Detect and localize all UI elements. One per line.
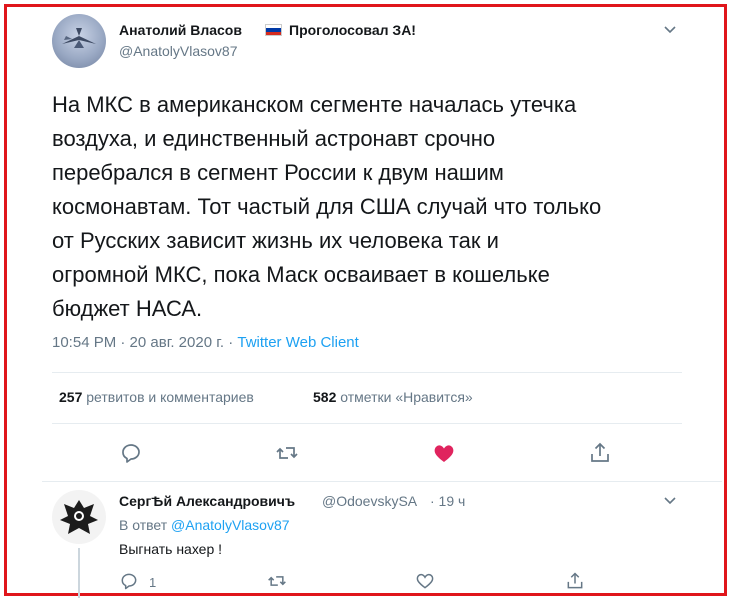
divider	[52, 423, 682, 424]
chevron-down-icon[interactable]	[663, 22, 677, 36]
author-avatar[interactable]	[52, 14, 106, 68]
tweet-time[interactable]: 10:54 PM · 20 авг. 2020 г.	[52, 334, 224, 351]
in-reply-to: В ответ @AnatolyVlasov87	[119, 517, 290, 533]
author-handle[interactable]: @AnatolyVlasov87	[119, 43, 238, 59]
reply-text: Выгнать нахер !	[119, 541, 223, 557]
reply-author-avatar[interactable]	[52, 490, 106, 544]
tweet-text: На МКС в американском сегменте началась …	[52, 92, 602, 321]
reply-author-name[interactable]: СергѢй Александровичъ	[119, 493, 295, 509]
reply-count: 1	[149, 575, 157, 590]
divider	[52, 372, 682, 373]
thread-line	[78, 548, 80, 598]
likes-count: 582	[313, 389, 337, 405]
russia-flag-icon	[265, 24, 282, 36]
author-name[interactable]: Анатолий Власов	[119, 22, 242, 38]
divider	[42, 481, 722, 482]
reply-icon[interactable]	[119, 441, 143, 465]
reply-author-handle[interactable]: @OdoevskySA	[322, 493, 417, 509]
reply-time[interactable]: · 19 ч	[430, 493, 465, 509]
reply-icon[interactable]	[119, 571, 139, 591]
author-status-text: Проголосовал ЗА!	[289, 22, 416, 38]
share-icon[interactable]	[588, 441, 612, 465]
likes-label: отметки «Нравится»	[340, 389, 473, 405]
like-icon[interactable]	[415, 571, 435, 591]
retweet-icon[interactable]	[267, 571, 287, 591]
retweets-stat[interactable]: 257 ретвитов и комментариев	[59, 389, 254, 405]
tweet-client-link[interactable]: Twitter Web Client	[237, 334, 358, 351]
in-reply-handle-link[interactable]: @AnatolyVlasov87	[171, 517, 290, 533]
likes-stat[interactable]: 582 отметки «Нравится»	[313, 389, 473, 405]
meta-separator: ·	[224, 334, 238, 351]
in-reply-prefix: В ответ	[119, 517, 168, 533]
like-icon[interactable]	[432, 441, 456, 465]
chevron-down-icon[interactable]	[663, 493, 677, 507]
retweets-count: 257	[59, 389, 83, 405]
share-icon[interactable]	[565, 571, 585, 591]
retweet-icon[interactable]	[275, 441, 299, 465]
tweet-meta: 10:54 PM · 20 авг. 2020 г. · Twitter Web…	[52, 334, 359, 351]
retweets-label: ретвитов и комментариев	[86, 389, 254, 405]
